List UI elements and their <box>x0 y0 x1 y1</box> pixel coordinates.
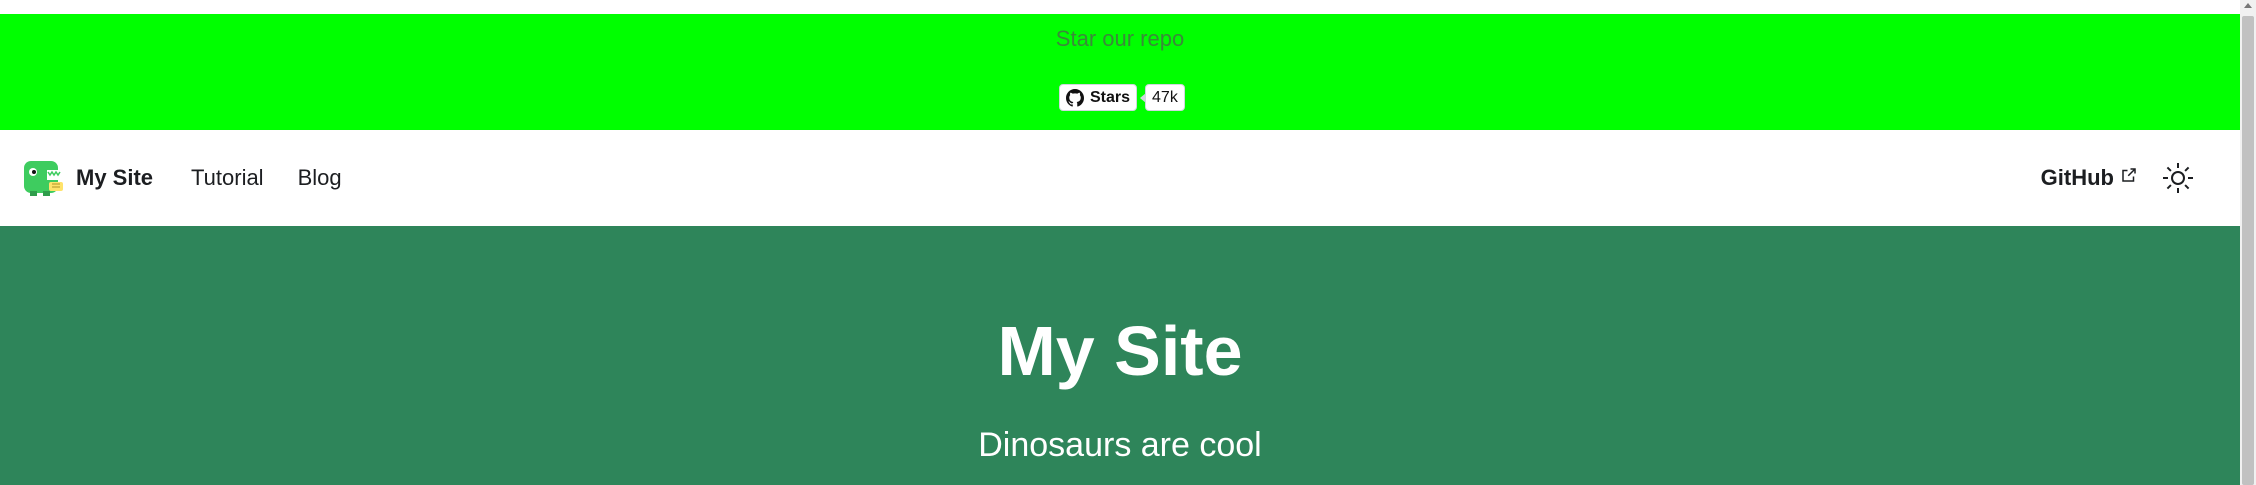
nav-link-blog[interactable]: Blog <box>298 165 342 191</box>
brand-name[interactable]: My Site <box>76 165 153 191</box>
page: Star our repo Stars 47k My Site Tutorial… <box>0 0 2256 485</box>
github-stars-widget[interactable]: Stars 47k <box>1059 84 1185 111</box>
hero-section: My Site Dinosaurs are cool <box>0 226 2240 485</box>
navbar: My Site Tutorial Blog GitHub <box>0 130 2240 226</box>
top-gap <box>0 0 2256 14</box>
dinosaur-logo-icon[interactable] <box>22 158 66 198</box>
github-link-label: GitHub <box>2040 165 2114 190</box>
hero-title: My Site <box>997 312 1243 390</box>
github-link[interactable]: GitHub <box>2041 165 2138 191</box>
theme-toggle-button[interactable] <box>2160 160 2196 196</box>
nav-link-tutorial[interactable]: Tutorial <box>191 165 264 191</box>
stars-count[interactable]: 47k <box>1140 84 1185 111</box>
scroll-up-arrow-icon[interactable] <box>2244 3 2252 8</box>
github-icon <box>1066 88 1084 107</box>
external-link-icon <box>2122 168 2136 182</box>
hero-subtitle: Dinosaurs are cool <box>978 426 1262 464</box>
announcement-text: Star our repo <box>1055 26 1185 51</box>
vertical-scrollbar[interactable] <box>2240 0 2256 485</box>
github-stars-button[interactable]: Stars <box>1059 84 1138 111</box>
navbar-left: My Site Tutorial Blog <box>22 130 376 226</box>
navbar-right: GitHub <box>2041 130 2196 226</box>
sun-icon <box>2163 163 2193 193</box>
stars-label: Stars <box>1090 88 1131 106</box>
announcement-bar: Star our repo Stars 47k <box>0 14 2240 130</box>
scrollbar-thumb[interactable] <box>2242 16 2254 485</box>
